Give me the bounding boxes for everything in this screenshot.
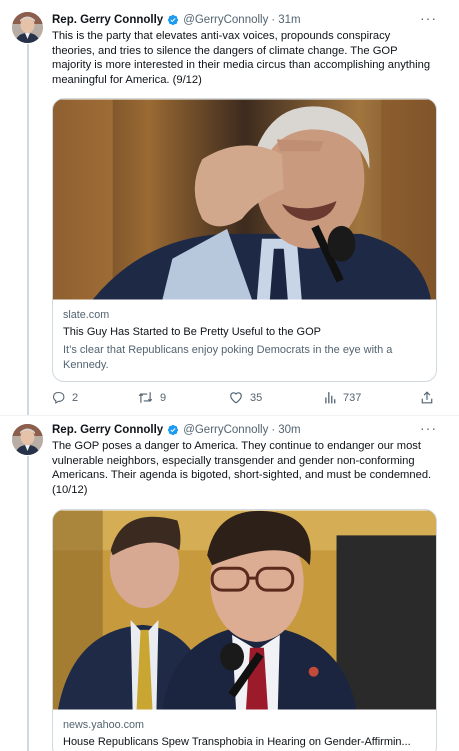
tweet-text: This is the party that elevates anti-vax…	[52, 30, 431, 86]
views-button[interactable]: 737	[324, 391, 361, 404]
verified-badge-icon	[167, 424, 179, 436]
card-info: news.yahoo.com House Republicans Spew Tr…	[53, 710, 436, 750]
author-name[interactable]: Rep. Gerry Connolly	[52, 423, 163, 437]
link-card[interactable]: news.yahoo.com House Republicans Spew Tr…	[52, 509, 437, 751]
reply-count: 2	[72, 391, 79, 404]
timestamp[interactable]: 30m	[278, 423, 300, 437]
thread-connector	[27, 44, 29, 416]
verified-badge-icon	[167, 14, 179, 26]
author-handle[interactable]: @GerryConnolly	[183, 423, 268, 437]
retweet-icon	[138, 392, 153, 403]
card-domain: news.yahoo.com	[63, 719, 145, 731]
like-count: 35	[250, 391, 263, 404]
avatar[interactable]	[12, 424, 43, 455]
retweet-count: 9	[160, 391, 167, 404]
reply-icon	[53, 392, 65, 404]
share-icon	[421, 391, 433, 404]
share-button[interactable]	[421, 391, 433, 404]
tweet-header: Rep. Gerry Connolly @GerryConnolly · 30m	[52, 423, 301, 437]
separator: ·	[271, 14, 276, 26]
more-horizontal-icon[interactable]: ···	[420, 10, 437, 26]
author-name[interactable]: Rep. Gerry Connolly	[52, 13, 163, 27]
tweet-header: Rep. Gerry Connolly @GerryConnolly · 31m	[52, 13, 301, 27]
retweet-button[interactable]: 9	[138, 391, 166, 404]
card-image	[53, 510, 436, 710]
card-info: slate.com This Guy Has Started to Be Pre…	[53, 300, 436, 373]
tweet-divider	[0, 415, 459, 416]
heart-icon	[230, 392, 242, 404]
card-title[interactable]: This Guy Has Started to Be Pretty Useful…	[63, 325, 426, 340]
separator: ·	[271, 424, 276, 436]
card-image	[53, 99, 436, 300]
analytics-icon	[325, 392, 336, 404]
more-horizontal-icon[interactable]: ···	[420, 420, 437, 436]
card-domain: slate.com	[63, 309, 110, 321]
timestamp[interactable]: 31m	[278, 13, 300, 27]
avatar[interactable]	[12, 12, 43, 43]
reply-button[interactable]: 2	[52, 391, 78, 404]
tweet-text: The GOP poses a danger to America. They …	[52, 440, 432, 496]
author-handle[interactable]: @GerryConnolly	[183, 13, 268, 27]
thread-connector	[27, 456, 29, 751]
card-title[interactable]: House Republicans Spew Transphobia in He…	[63, 735, 426, 750]
views-count: 737	[343, 391, 362, 404]
link-card[interactable]: slate.com This Guy Has Started to Be Pre…	[52, 98, 437, 382]
tweet-actions: 2 9 35 737	[52, 391, 437, 407]
card-description: It’s clear that Republicans enjoy poking…	[63, 344, 393, 371]
like-button[interactable]: 35	[229, 391, 262, 404]
